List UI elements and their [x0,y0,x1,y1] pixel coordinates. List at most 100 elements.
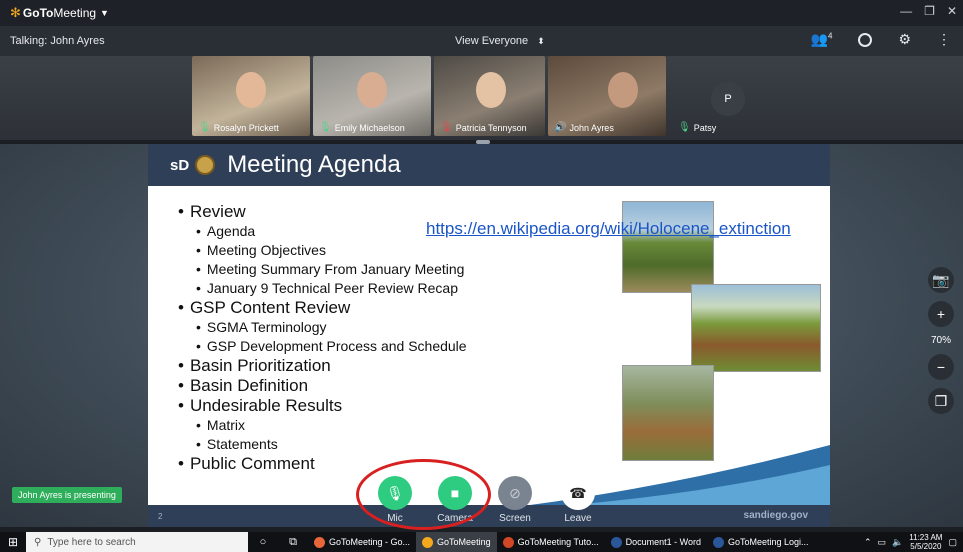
clock-time: 11:23 AM [909,533,943,542]
mic-on-icon: 🎙 [319,122,332,133]
settings-gear-icon[interactable]: ⚙ [898,31,911,48]
cortana-icon[interactable]: ○ [248,536,278,548]
agenda-subitem: Statements [178,435,467,454]
view-label: View Everyone [455,35,529,47]
slide-header: sD Meeting Agenda [148,144,830,186]
taskbar-app[interactable]: GoToMeeting - Go... [308,532,416,552]
task-view-icon[interactable]: ⧉ [278,536,308,549]
participant-name: John Ayres [569,122,614,133]
gotomeeting-flower-icon: ✻ [10,5,21,20]
taskbar-apps: GoToMeeting - Go... GoToMeeting GoToMeetin… [308,532,815,552]
agenda-item: Basin Prioritization [178,356,467,376]
windows-start-icon[interactable]: ⊞ [0,535,26,549]
view-selector[interactable]: View Everyone ⬍ [455,35,545,47]
taskbar-app[interactable]: Document1 - Word [605,532,707,552]
window-controls: — ❐ ✕ [900,4,957,18]
gotomeeting-window: ✻ GoTo Meeting ▼ — ❐ ✕ Talking: John Ayr… [0,0,963,552]
webcam-tile[interactable]: 🎙 Rosalyn Prickett [192,56,310,136]
taskbar-app[interactable]: GoToMeeting Tuto... [497,532,605,552]
participant-name: Emily Michaelson [334,122,405,133]
agenda-subitem: January 9 Technical Peer Review Recap [178,279,467,298]
taskbar-app[interactable]: GoToMeeting Logi... [707,532,815,552]
sandiego-logo: sD [170,156,190,174]
restore-icon[interactable]: ❐ [924,4,935,18]
agenda-subitem: Meeting Objectives [178,241,467,260]
screen-share-off-icon: ⊘ [509,484,521,501]
participant-name: Patricia Tennyson [455,122,527,133]
more-options-icon[interactable]: ⋮ [937,31,951,48]
tray-overflow-icon[interactable]: ⌃ [864,537,872,548]
agenda-item: Review [178,202,467,222]
agenda-item: GSP Content Review [178,298,467,318]
participant-video [236,72,266,108]
attendees-button[interactable]: 👥4 [811,31,833,48]
participant-video [476,72,506,108]
slide-page-number: 2 [158,512,163,521]
app-logo[interactable]: ✻ GoTo Meeting ▼ [10,5,109,21]
app-name-bold: GoTo [22,6,54,20]
county-seal-icon [195,155,216,175]
status-bar: Talking: John Ayres View Everyone ⬍ 👥4 ⚙… [0,26,963,56]
zoom-controls: 📷 + 70% − ❐ [926,267,956,414]
search-icon: ⚲ [34,536,42,548]
network-icon[interactable]: ▭ [878,537,887,548]
agenda-subitem: Meeting Summary From January Meeting [178,260,467,279]
shared-slide: sD Meeting Agenda ReviewAgendaMeeting Ob… [148,144,830,527]
speaker-icon: 🔊 [554,122,567,133]
presenting-badge: John Ayres is presenting [12,487,122,503]
webcam-tile[interactable]: 🔊 John Ayres [548,56,666,136]
agenda-subitem: SGMA Terminology [178,318,467,337]
webcam-tile[interactable]: 🎙 Patsy [672,56,752,136]
copy-icon[interactable]: ❐ [928,388,954,414]
screen-share-button[interactable]: ⊘ [498,476,532,510]
hang-up-icon: ☎ [569,484,587,501]
participant-video [357,72,387,108]
zoom-out-button[interactable]: − [928,354,954,380]
chevron-updown-icon: ⬍ [537,36,545,46]
screen-share-area: sD Meeting Agenda ReviewAgendaMeeting Ob… [0,144,963,527]
slide-brand: sandiego.gov [743,510,808,521]
system-tray: ⌃ ▭ 🔈 11:23 AM 5/5/2020 ▢ [864,532,963,552]
title-bar: ✻ GoTo Meeting ▼ — ❐ ✕ [0,0,963,26]
minimize-icon[interactable]: — [900,4,912,18]
people-icon: 👥 [810,31,828,47]
agenda-list: ReviewAgendaMeeting ObjectivesMeeting Su… [178,202,467,474]
chat-icon[interactable] [858,32,873,47]
webcam-tile[interactable]: 🎙 Patricia Tennyson [434,56,545,136]
taskbar-app[interactable]: GoToMeeting [416,532,497,552]
participant-video [608,72,638,108]
slide-photo-palms [622,201,714,293]
app-icon [314,536,325,548]
app-icon [422,536,434,548]
mic-muted-icon: 🎙 [440,122,453,133]
screen-label: Screen [499,513,531,524]
windows-taskbar: ⊞ ⚲ Type here to search ○ ⧉ GoToMeeting … [0,532,963,552]
caret-down-icon[interactable]: ▼ [100,8,109,18]
mic-on-icon: 🎙 [678,122,691,133]
app-icon [610,536,622,548]
agenda-item: Undesirable Results [178,396,467,416]
taskbar-search[interactable]: ⚲ Type here to search [26,532,248,552]
leave-button[interactable]: ☎ [561,476,595,510]
webcam-tile[interactable]: 🎙 Emily Michaelson [313,56,431,136]
app-name-rest: Meeting [53,6,97,20]
agenda-subitem: Matrix [178,416,467,435]
volume-icon[interactable]: 🔈 [892,537,903,548]
agenda-subitem: Agenda [178,222,467,241]
zoom-in-button[interactable]: + [928,301,954,327]
zoom-level: 70% [930,335,951,346]
search-placeholder: Type here to search [47,536,136,548]
participant-name: Rosalyn Prickett [213,122,279,133]
camera-snapshot-icon[interactable]: 📷 [928,267,954,293]
participant-name: Patsy [693,122,717,133]
taskbar-app-label: GoToMeeting Logi... [728,537,809,547]
app-icon [502,536,514,548]
webcam-strip: 🎙 Rosalyn Prickett 🎙 Emily Michaelson 🎙 Pat… [0,56,963,140]
notifications-icon[interactable]: ▢ [948,537,957,548]
status-icons: 👥4 ⚙ ⋮ [811,31,951,48]
wikipedia-link[interactable]: https://en.wikipedia.org/wiki/Holocene_e… [426,219,791,239]
clock[interactable]: 11:23 AM 5/5/2020 [909,533,942,551]
close-icon[interactable]: ✕ [947,4,957,18]
taskbar-app-label: GoToMeeting Tuto... [517,537,599,547]
mic-on-icon: 🎙 [198,122,211,133]
